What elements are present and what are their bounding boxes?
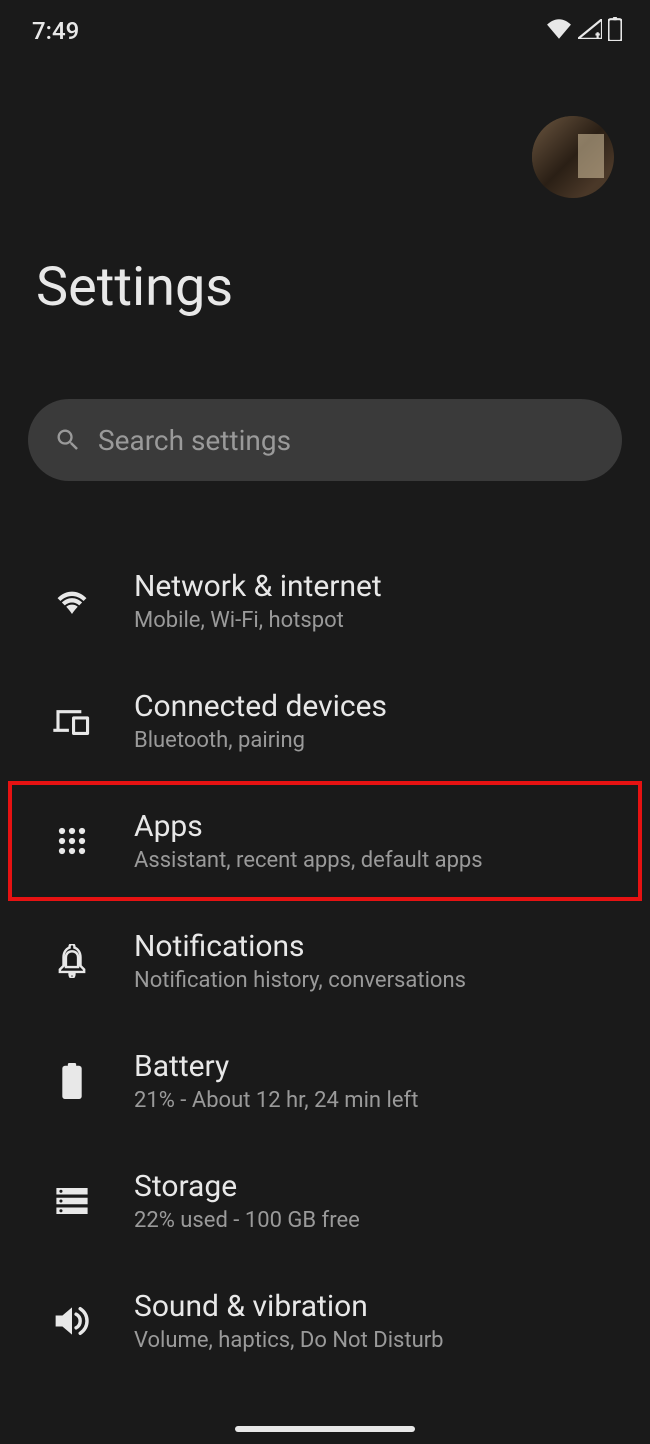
- header-area: Settings: [0, 56, 650, 339]
- item-subtitle: Assistant, recent apps, default apps: [134, 848, 483, 873]
- item-subtitle: Bluetooth, pairing: [134, 728, 387, 753]
- search-icon: [54, 426, 82, 454]
- signal-status-icon: [578, 19, 602, 43]
- bell-icon: [52, 941, 92, 981]
- item-text: Storage 22% used - 100 GB free: [134, 1169, 360, 1233]
- settings-item-notifications[interactable]: Notifications Notification history, conv…: [0, 901, 650, 1021]
- status-bar: 7:49: [0, 0, 650, 56]
- item-title: Notifications: [134, 929, 466, 964]
- item-title: Connected devices: [134, 689, 387, 724]
- page-title: Settings: [36, 256, 614, 319]
- settings-item-apps[interactable]: Apps Assistant, recent apps, default app…: [8, 781, 642, 901]
- avatar[interactable]: [532, 116, 614, 198]
- item-subtitle: Volume, haptics, Do Not Disturb: [134, 1328, 444, 1353]
- search-placeholder: Search settings: [98, 424, 291, 457]
- item-subtitle: Mobile, Wi-Fi, hotspot: [134, 608, 382, 633]
- status-icons: [546, 17, 622, 45]
- nav-indicator[interactable]: [235, 1426, 415, 1432]
- battery-icon: [52, 1061, 92, 1101]
- item-title: Battery: [134, 1049, 418, 1084]
- item-text: Battery 21% - About 12 hr, 24 min left: [134, 1049, 418, 1113]
- wifi-icon: [52, 581, 92, 621]
- item-title: Storage: [134, 1169, 360, 1204]
- item-text: Sound & vibration Volume, haptics, Do No…: [134, 1289, 444, 1353]
- storage-icon: [52, 1181, 92, 1221]
- item-subtitle: Notification history, conversations: [134, 968, 466, 993]
- battery-status-icon: [608, 17, 622, 45]
- search-bar[interactable]: Search settings: [28, 399, 622, 481]
- item-text: Notifications Notification history, conv…: [134, 929, 466, 993]
- settings-item-devices[interactable]: Connected devices Bluetooth, pairing: [0, 661, 650, 781]
- item-text: Network & internet Mobile, Wi-Fi, hotspo…: [134, 569, 382, 633]
- devices-icon: [52, 701, 92, 741]
- item-title: Network & internet: [134, 569, 382, 604]
- settings-item-sound[interactable]: Sound & vibration Volume, haptics, Do No…: [0, 1261, 650, 1381]
- item-subtitle: 21% - About 12 hr, 24 min left: [134, 1088, 418, 1113]
- wifi-status-icon: [546, 19, 572, 43]
- settings-item-network[interactable]: Network & internet Mobile, Wi-Fi, hotspo…: [0, 541, 650, 661]
- status-time: 7:49: [32, 17, 79, 45]
- settings-item-battery[interactable]: Battery 21% - About 12 hr, 24 min left: [0, 1021, 650, 1141]
- settings-item-storage[interactable]: Storage 22% used - 100 GB free: [0, 1141, 650, 1261]
- item-title: Apps: [134, 809, 483, 844]
- item-text: Apps Assistant, recent apps, default app…: [134, 809, 483, 873]
- item-title: Sound & vibration: [134, 1289, 444, 1324]
- item-subtitle: 22% used - 100 GB free: [134, 1208, 360, 1233]
- sound-icon: [52, 1301, 92, 1341]
- apps-icon: [52, 821, 92, 861]
- item-text: Connected devices Bluetooth, pairing: [134, 689, 387, 753]
- settings-list: Network & internet Mobile, Wi-Fi, hotspo…: [0, 511, 650, 1381]
